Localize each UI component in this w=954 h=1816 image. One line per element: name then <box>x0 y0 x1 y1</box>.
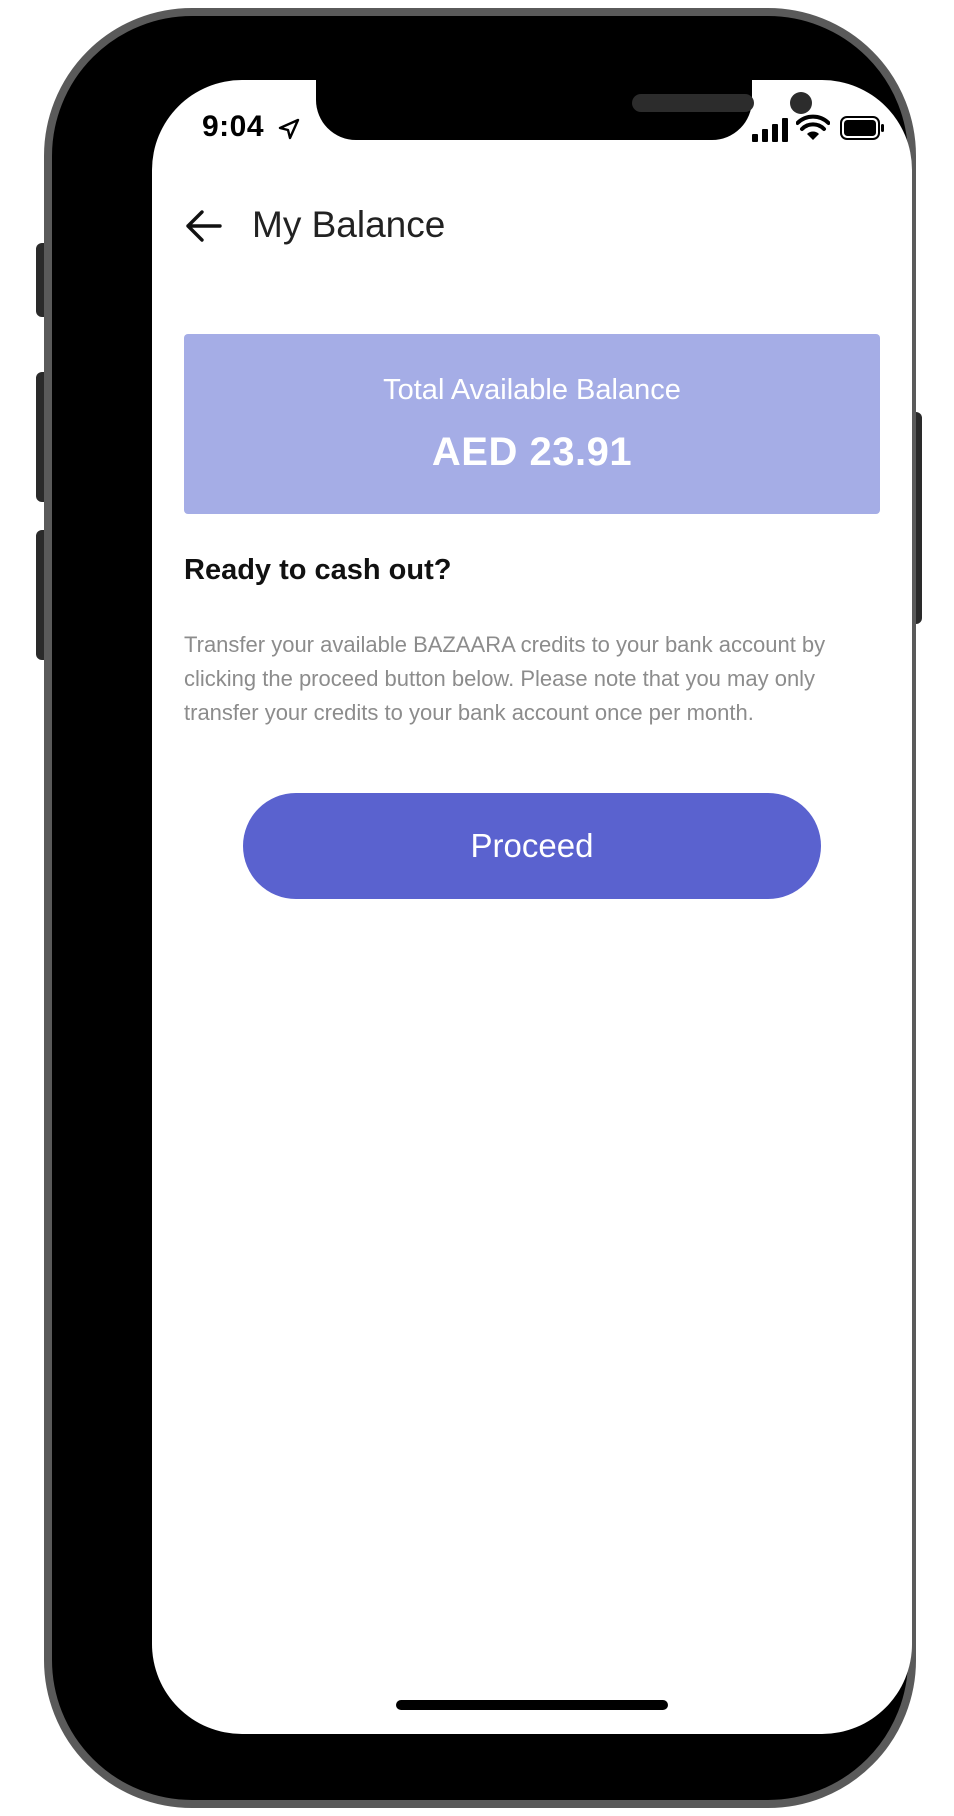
back-arrow-icon[interactable] <box>180 202 228 250</box>
front-camera <box>790 92 812 114</box>
cash-out-description: Transfer your available BAZAARA credits … <box>184 632 826 725</box>
cash-out-heading: Ready to cash out? <box>184 554 452 586</box>
status-time: 9:04 <box>202 110 265 143</box>
balance-card: Total Available Balance AED 23.91 <box>184 334 880 514</box>
battery-icon <box>840 116 884 140</box>
balance-label: Total Available Balance <box>383 374 681 406</box>
phone-frame: 9:04 My Balance Total Available Balance … <box>44 8 916 1808</box>
speaker-grille <box>632 94 754 112</box>
wifi-icon <box>796 114 830 140</box>
cellular-signal-icon <box>752 118 788 142</box>
proceed-button[interactable]: Proceed <box>243 793 821 899</box>
location-arrow-icon <box>278 118 300 140</box>
notch <box>316 80 812 140</box>
home-indicator[interactable] <box>396 1700 668 1710</box>
balance-amount: AED 23.91 <box>431 430 633 474</box>
app-screen: 9:04 My Balance Total Available Balance … <box>152 80 912 1734</box>
device-mockup: 9:04 My Balance Total Available Balance … <box>0 0 954 1816</box>
page-title: My Balance <box>252 204 446 245</box>
